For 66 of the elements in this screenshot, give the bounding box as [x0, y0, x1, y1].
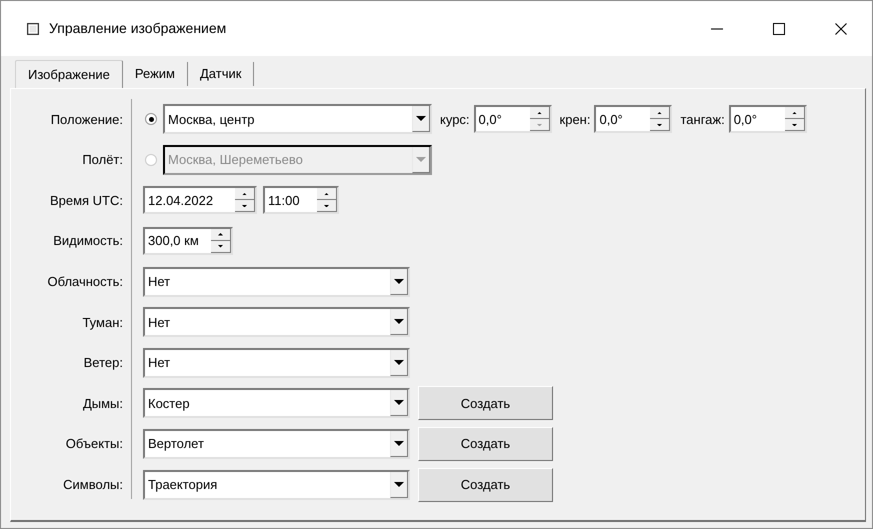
combo-box[interactable]: Нет — [143, 348, 410, 378]
field-label: Туман: — [82, 314, 123, 332]
spin-field[interactable]: 300,0 км — [143, 227, 233, 256]
down-arrow-icon — [536, 124, 542, 126]
combo-box[interactable]: Траектория — [143, 470, 410, 500]
spin-down-button[interactable] — [235, 200, 255, 212]
down-arrow-icon — [324, 204, 329, 208]
field-label: Облачность: — [47, 272, 123, 291]
close-icon[interactable] — [835, 22, 847, 34]
combo-box[interactable]: Костер — [143, 388, 410, 418]
down-arrow-icon — [394, 441, 404, 446]
spin-field[interactable]: 0,0° — [728, 105, 807, 134]
spin-field[interactable]: 0,0° — [474, 105, 552, 134]
maximize-icon[interactable] — [773, 22, 785, 34]
up-arrow-icon — [536, 112, 542, 114]
spin-down-button[interactable] — [650, 119, 670, 132]
window-icon — [27, 22, 39, 34]
spin-up-button[interactable] — [650, 107, 670, 120]
spin-up-button[interactable] — [211, 229, 231, 242]
spin-field[interactable]: 0,0° — [594, 105, 672, 134]
field-label: Дымы: — [82, 394, 123, 413]
spin-up-button[interactable] — [317, 188, 337, 200]
down-arrow-icon — [792, 124, 797, 126]
spin-label: крен: — [560, 110, 590, 129]
radio-button[interactable] — [145, 113, 157, 126]
down-arrow-icon — [394, 319, 404, 324]
field-label: Полёт: — [82, 151, 123, 170]
spin-label: курс: — [440, 110, 470, 129]
down-arrow-icon — [394, 360, 404, 365]
combo-box[interactable]: Нет — [143, 307, 410, 338]
field-label: Ветер: — [84, 354, 123, 372]
up-arrow-icon — [657, 112, 662, 114]
down-arrow-icon — [416, 156, 426, 162]
create-button[interactable]: Создать — [418, 468, 553, 502]
field-label: Символы: — [63, 476, 123, 494]
combo-box[interactable]: Нет — [143, 266, 410, 297]
spin-down-button[interactable] — [317, 200, 337, 212]
create-button[interactable]: Создать — [418, 386, 553, 420]
up-arrow-icon — [218, 233, 223, 236]
up-arrow-icon — [242, 192, 247, 196]
field-label: Видимость: — [53, 232, 123, 250]
combo-box[interactable]: Вертолет — [143, 429, 410, 460]
tab[interactable]: Изображение — [15, 60, 123, 88]
window-title: Управление изображением — [49, 19, 226, 38]
down-arrow-icon — [394, 400, 404, 406]
field-label: Положение: — [50, 110, 123, 129]
down-arrow-icon — [218, 245, 223, 248]
field-label: Объекты: — [66, 435, 123, 454]
down-arrow-icon — [657, 124, 662, 126]
field-label: Время UTC: — [50, 192, 123, 210]
down-arrow-icon — [394, 482, 404, 487]
down-arrow-icon — [416, 116, 426, 122]
down-arrow-icon — [242, 204, 247, 208]
spin-up-button[interactable] — [235, 188, 255, 200]
spin-field[interactable]: 12.04.2022 — [143, 186, 257, 214]
up-arrow-icon — [792, 112, 797, 114]
down-arrow-icon — [394, 278, 404, 284]
spin-label: тангаж: — [680, 110, 725, 129]
spin-down-button[interactable] — [211, 241, 231, 254]
create-button[interactable]: Создать — [418, 427, 553, 462]
spin-field[interactable]: 11:00 — [263, 186, 339, 214]
spin-up-button[interactable] — [784, 107, 805, 120]
up-arrow-icon — [324, 192, 329, 196]
combo-box[interactable]: Москва, центр — [163, 104, 432, 134]
spin-down-button[interactable] — [784, 119, 805, 132]
spin-up-button[interactable] — [530, 107, 550, 120]
